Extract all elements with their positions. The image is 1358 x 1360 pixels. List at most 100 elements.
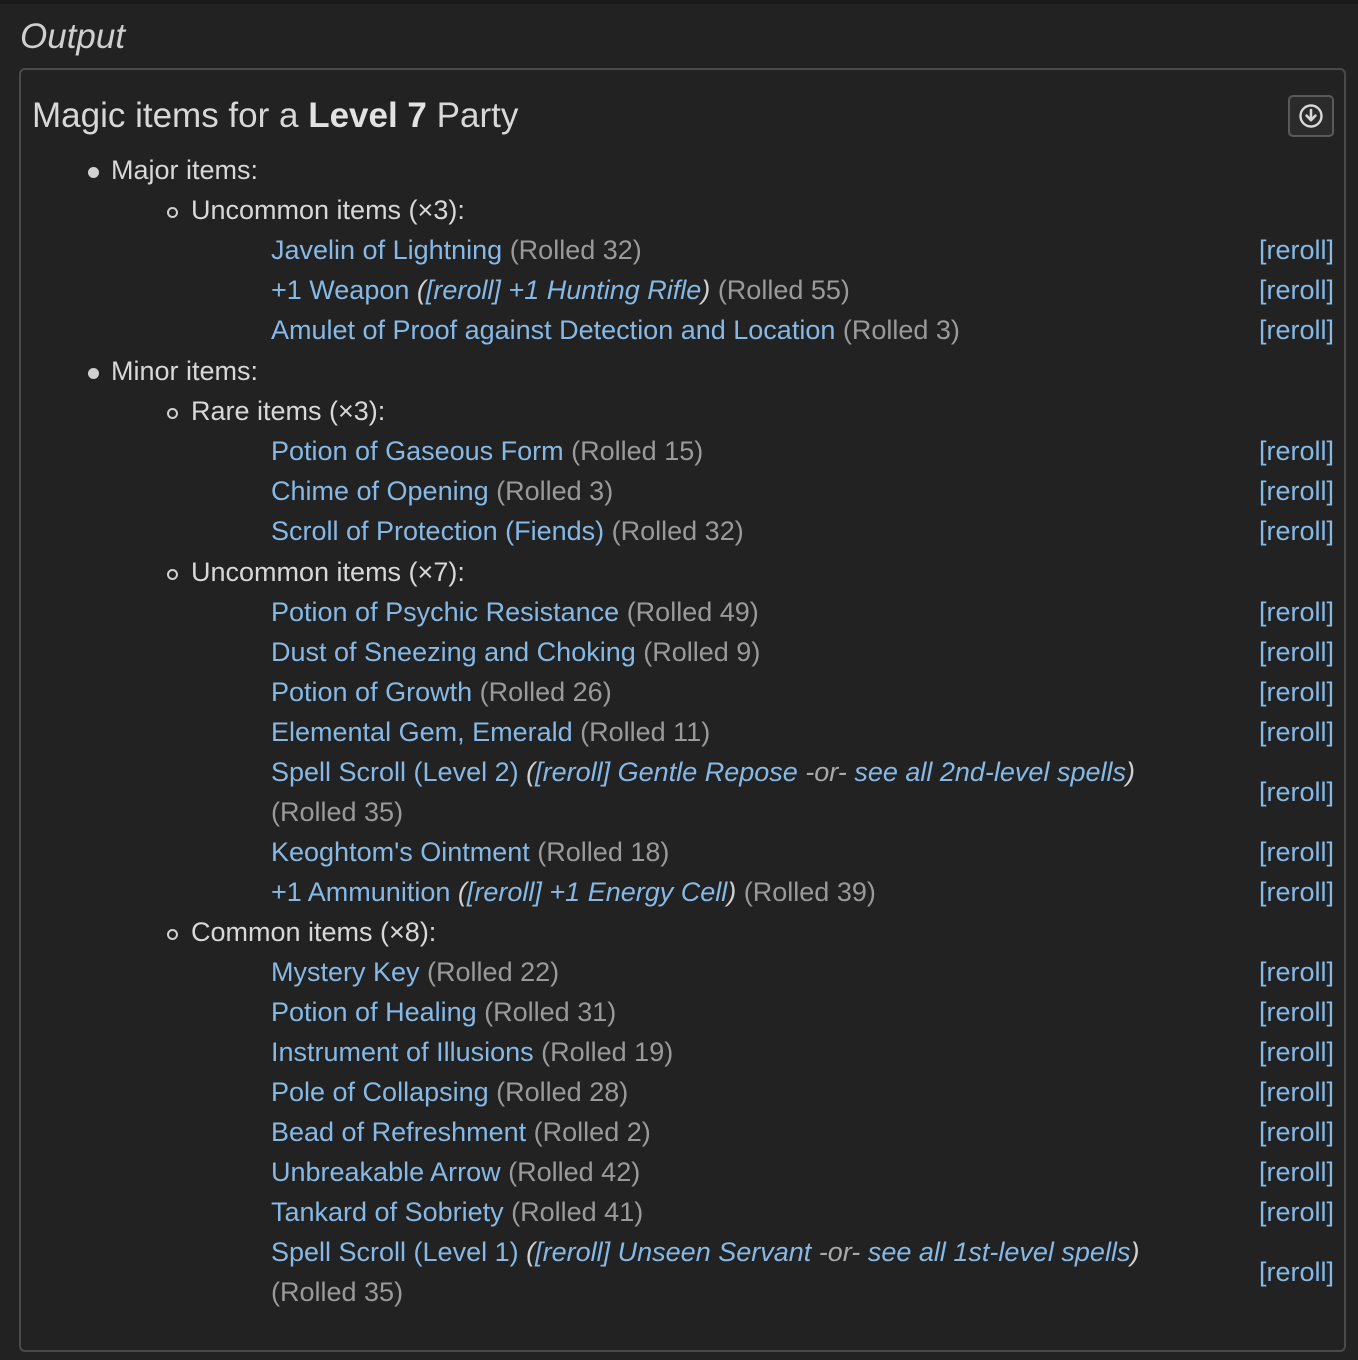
list-item: Dust of Sneezing and Choking (Rolled 9) <box>271 632 760 672</box>
sub-item-link[interactable]: +1 Energy Cell <box>549 877 727 907</box>
or-separator: -or- <box>818 1237 861 1267</box>
sub-item: ([reroll] +1 Hunting Rifle) <box>417 275 710 305</box>
reroll-button[interactable]: [reroll] <box>1259 1252 1334 1292</box>
list-item: Keoghtom's Ointment (Rolled 18) <box>271 832 669 872</box>
item-link[interactable]: Potion of Psychic Resistance <box>271 597 619 627</box>
list-item: Potion of Healing (Rolled 31) <box>271 992 616 1032</box>
list-item-continuation: (Rolled 35) <box>271 1272 403 1312</box>
paren-open: ( <box>526 757 536 787</box>
item-link[interactable]: Tankard of Sobriety <box>271 1197 504 1227</box>
list-item: Pole of Collapsing (Rolled 28) <box>271 1072 628 1112</box>
list-item: Bead of Refreshment (Rolled 2) <box>271 1112 651 1152</box>
item-link[interactable]: Spell Scroll (Level 2) <box>271 757 519 787</box>
list-item: Elemental Gem, Emerald (Rolled 11) <box>271 712 710 752</box>
list-item: Spell Scroll (Level 2) ([reroll] Gentle … <box>271 752 1135 792</box>
group-minor-label: Minor items: <box>111 356 259 386</box>
item-link[interactable]: Potion of Gaseous Form <box>271 436 564 466</box>
item-link[interactable]: Spell Scroll (Level 1) <box>271 1237 519 1267</box>
reroll-button[interactable]: [reroll] <box>1259 310 1334 350</box>
bullet-circle <box>167 207 178 218</box>
sub-reroll-link[interactable]: [reroll] <box>467 877 542 907</box>
rolled-value: (Rolled 32) <box>611 516 744 546</box>
item-link[interactable]: Mystery Key <box>271 957 420 987</box>
rolled-value: (Rolled 15) <box>571 436 704 466</box>
item-link[interactable]: Bead of Refreshment <box>271 1117 526 1147</box>
paren-close: ) <box>727 877 737 907</box>
item-link[interactable]: Amulet of Proof against Detection and Lo… <box>271 315 835 345</box>
paren-close: ) <box>701 275 711 305</box>
reroll-button[interactable]: [reroll] <box>1259 1072 1334 1112</box>
list-item: Scroll of Protection (Fiends) (Rolled 32… <box>271 511 744 551</box>
item-link[interactable]: Unbreakable Arrow <box>271 1157 501 1187</box>
reroll-button[interactable]: [reroll] <box>1259 632 1334 672</box>
reroll-button[interactable]: [reroll] <box>1259 832 1334 872</box>
list-item: Spell Scroll (Level 1) ([reroll] Unseen … <box>271 1232 1139 1272</box>
rolled-value: (Rolled 22) <box>427 957 560 987</box>
list-item: Potion of Gaseous Form (Rolled 15) <box>271 431 703 471</box>
category-minor-uncommon: Uncommon items (×7): <box>191 557 465 587</box>
reroll-button[interactable]: [reroll] <box>1259 511 1334 551</box>
reroll-button[interactable]: [reroll] <box>1259 1032 1334 1072</box>
group-major-label: Major items: <box>111 155 259 185</box>
sub-item: ([reroll] Unseen Servant -or- see all 1s… <box>526 1237 1139 1267</box>
item-link[interactable]: Javelin of Lightning <box>271 235 502 265</box>
rolled-value: (Rolled 28) <box>496 1077 629 1107</box>
rolled-value: (Rolled 3) <box>496 476 614 506</box>
title-level: Level 7 <box>308 96 427 135</box>
see-all-spells-link[interactable]: see all 1st-level spells <box>868 1237 1131 1267</box>
reroll-button[interactable]: [reroll] <box>1259 872 1334 912</box>
rolled-value: (Rolled 39) <box>743 877 876 907</box>
reroll-button[interactable]: [reroll] <box>1259 270 1334 310</box>
rolled-value: (Rolled 32) <box>509 235 642 265</box>
sub-item-link[interactable]: Gentle Repose <box>618 757 798 787</box>
item-link[interactable]: Keoghtom's Ointment <box>271 837 530 867</box>
sub-reroll-link[interactable]: [reroll] <box>535 757 610 787</box>
item-link[interactable]: +1 Weapon <box>271 275 409 305</box>
reroll-button[interactable]: [reroll] <box>1259 712 1334 752</box>
category-minor-rare: Rare items (×3): <box>191 396 386 426</box>
reroll-button[interactable]: [reroll] <box>1259 1152 1334 1192</box>
list-item: Chime of Opening (Rolled 3) <box>271 471 613 511</box>
list-item: +1 Weapon ([reroll] +1 Hunting Rifle) (R… <box>271 270 850 310</box>
sub-item-link[interactable]: +1 Hunting Rifle <box>508 275 701 305</box>
download-button[interactable] <box>1288 95 1334 137</box>
rolled-value: (Rolled 55) <box>717 275 850 305</box>
rolled-value: (Rolled 2) <box>533 1117 651 1147</box>
reroll-button[interactable]: [reroll] <box>1259 592 1334 632</box>
sub-item-link[interactable]: Unseen Servant <box>618 1237 812 1267</box>
item-link[interactable]: Pole of Collapsing <box>271 1077 489 1107</box>
reroll-button[interactable]: [reroll] <box>1259 1112 1334 1152</box>
paren-open: ( <box>416 275 426 305</box>
reroll-button[interactable]: [reroll] <box>1259 431 1334 471</box>
sub-item: ([reroll] +1 Energy Cell) <box>458 877 736 907</box>
reroll-button[interactable]: [reroll] <box>1259 992 1334 1032</box>
bullet-circle <box>167 408 178 419</box>
list-item: Instrument of Illusions (Rolled 19) <box>271 1032 673 1072</box>
title-prefix: Magic items for a <box>32 96 309 135</box>
reroll-button[interactable]: [reroll] <box>1259 952 1334 992</box>
item-link[interactable]: Dust of Sneezing and Choking <box>271 637 636 667</box>
sub-reroll-link[interactable]: [reroll] <box>426 275 501 305</box>
reroll-button[interactable]: [reroll] <box>1259 672 1334 712</box>
rolled-value: (Rolled 35) <box>271 797 404 827</box>
item-link[interactable]: Elemental Gem, Emerald <box>271 717 573 747</box>
bullet-disc <box>88 368 99 379</box>
paren-close: ) <box>1130 1237 1140 1267</box>
rolled-value: (Rolled 3) <box>842 315 960 345</box>
reroll-button[interactable]: [reroll] <box>1259 1192 1334 1232</box>
reroll-button[interactable]: [reroll] <box>1259 772 1334 812</box>
item-link[interactable]: Instrument of Illusions <box>271 1037 534 1067</box>
item-link[interactable]: Potion of Growth <box>271 677 472 707</box>
item-link[interactable]: +1 Ammunition <box>271 877 450 907</box>
top-edge <box>0 0 1358 4</box>
sub-reroll-link[interactable]: [reroll] <box>535 1237 610 1267</box>
reroll-button[interactable]: [reroll] <box>1259 471 1334 511</box>
list-item-continuation: (Rolled 35) <box>271 792 403 832</box>
item-link[interactable]: Scroll of Protection (Fiends) <box>271 516 604 546</box>
output-panel: Magic items for a Level 7 Party Major it… <box>19 68 1346 1352</box>
item-link[interactable]: Chime of Opening <box>271 476 489 506</box>
item-link[interactable]: Potion of Healing <box>271 997 477 1027</box>
see-all-spells-link[interactable]: see all 2nd-level spells <box>854 757 1126 787</box>
rolled-value: (Rolled 19) <box>541 1037 674 1067</box>
reroll-button[interactable]: [reroll] <box>1259 230 1334 270</box>
